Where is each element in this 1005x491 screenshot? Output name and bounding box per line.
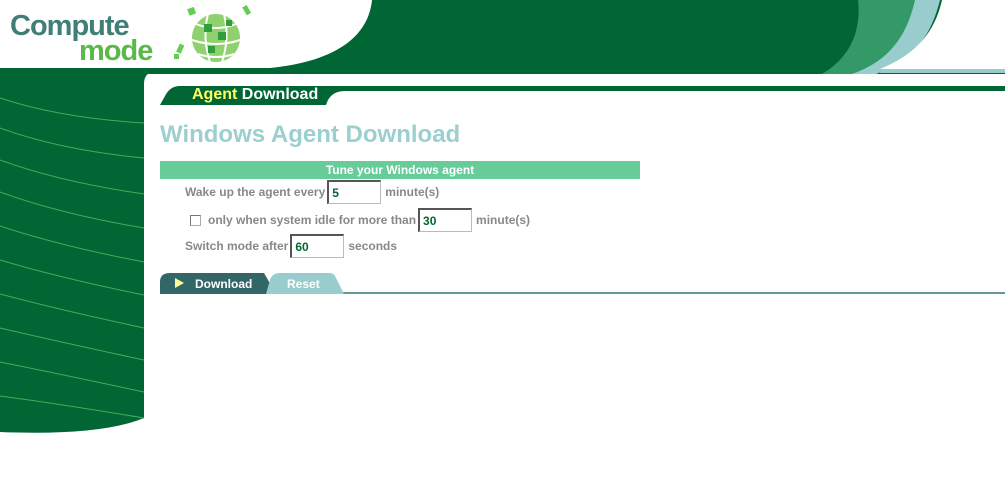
header-rule	[880, 69, 1005, 73]
tab-agent-download[interactable]: Agent Download	[192, 86, 318, 104]
page-title: Windows Agent Download	[160, 121, 461, 148]
idle-unit: minute(s)	[476, 213, 531, 227]
wake-label: Wake up the agent every	[185, 185, 326, 199]
switch-unit: seconds	[348, 239, 398, 253]
tab-rest-word: Download	[241, 86, 319, 103]
globe-icon	[174, 5, 252, 64]
idle-row: only when system idle for more than minu…	[190, 208, 530, 232]
reset-button[interactable]: Reset	[287, 277, 320, 291]
switch-label: Switch mode after	[185, 239, 289, 253]
brand-logo[interactable]: Compute mode	[10, 12, 153, 67]
left-panel	[0, 72, 152, 433]
idle-label: only when system idle for more than	[208, 213, 417, 227]
switch-seconds-input[interactable]	[290, 234, 345, 258]
wake-unit: minute(s)	[385, 185, 440, 199]
wake-row: Wake up the agent every minute(s)	[185, 180, 439, 204]
background-art	[0, 0, 1005, 433]
idle-checkbox[interactable]	[190, 214, 201, 226]
wake-interval-input[interactable]	[327, 180, 382, 204]
tab-accent-word: Agent	[192, 86, 238, 103]
idle-minutes-input[interactable]	[418, 208, 473, 232]
download-button[interactable]: Download	[195, 277, 252, 291]
section-header: Tune your Windows agent	[160, 161, 640, 179]
brand-line2: mode	[79, 35, 153, 67]
switch-row: Switch mode after seconds	[185, 234, 397, 258]
